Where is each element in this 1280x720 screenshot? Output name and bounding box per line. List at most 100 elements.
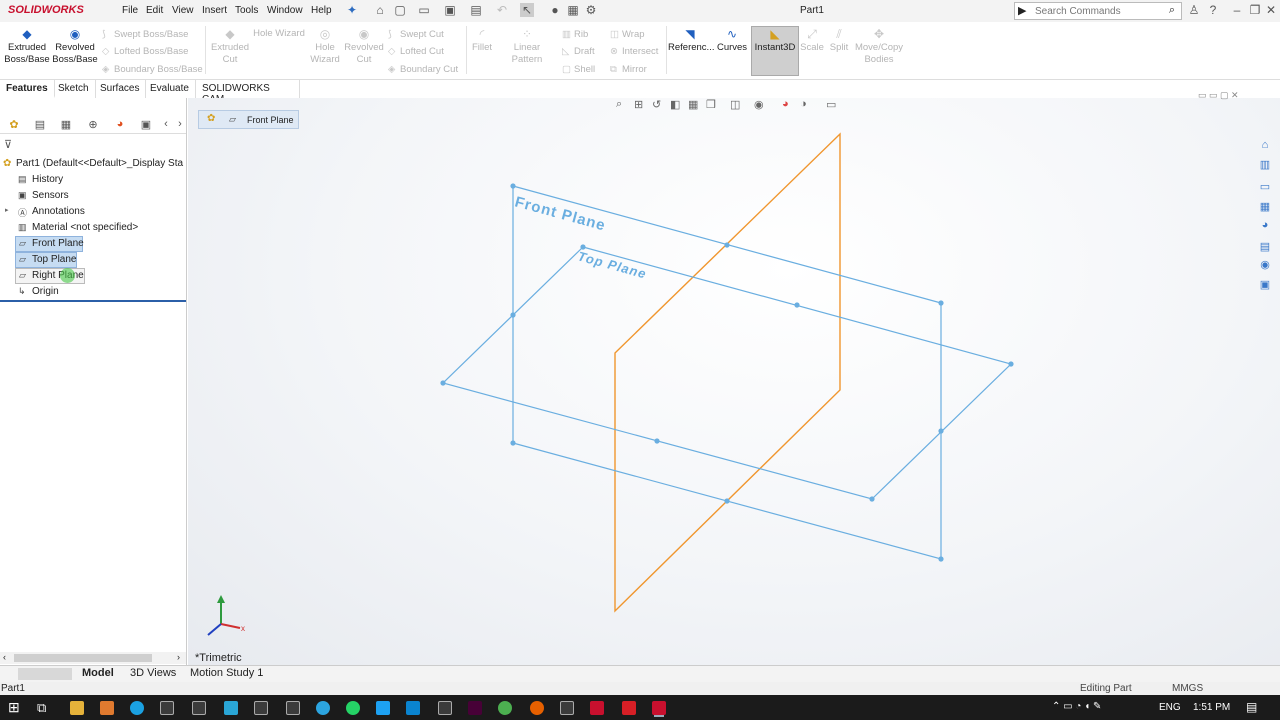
firefox-icon[interactable] <box>530 701 544 715</box>
feature-manager-icon[interactable]: ✿ <box>6 118 22 132</box>
tray-icons[interactable]: ⌃ ▭ ◔ ◖ ✎ <box>1052 701 1101 712</box>
taskbar-app-icon[interactable] <box>286 701 300 715</box>
planes-svg[interactable]: Front Plane Top Plane x <box>188 98 1280 665</box>
tree-item-origin[interactable]: ↳ Origin <box>0 284 90 300</box>
property-manager-icon[interactable]: ▤ <box>32 118 48 132</box>
fillet-button[interactable]: ◜ Fillet <box>468 28 496 54</box>
right-plane[interactable] <box>614 132 841 613</box>
user-icon[interactable]: ♙ <box>1187 3 1201 17</box>
whatsapp-icon[interactable] <box>346 701 360 715</box>
rib-button[interactable]: ▥ Rib <box>562 29 588 40</box>
resources-home-icon[interactable]: ⌂ <box>1256 136 1274 154</box>
expand-arrow-icon[interactable]: ▸ <box>5 206 9 214</box>
design-library-icon[interactable]: ▥ <box>1256 156 1274 174</box>
swept-cut-button[interactable]: ⟆ Swept Cut <box>388 29 444 40</box>
tab-sketch[interactable]: Sketch <box>52 80 96 98</box>
solidworks-forum-icon[interactable]: ◉ <box>1256 256 1274 274</box>
linear-pattern-button[interactable]: ⁘ Linear Pattern <box>498 28 556 66</box>
lofted-boss-button[interactable]: ◇ Lofted Boss/Base <box>102 46 188 57</box>
menu-tools[interactable]: Tools <box>235 5 258 16</box>
clock[interactable]: 1:51 PM <box>1193 702 1230 713</box>
file-explorer-icon[interactable]: ▭ <box>1256 178 1274 196</box>
boundary-boss-button[interactable]: ◈ Boundary Boss/Base <box>102 64 203 75</box>
custom-properties-icon[interactable]: ▤ <box>1256 238 1274 256</box>
scroll-left-icon[interactable]: ‹ <box>3 652 6 662</box>
top-plane[interactable] <box>441 246 1013 500</box>
tab-scroll-buttons[interactable] <box>18 668 72 680</box>
twitter-icon[interactable] <box>376 701 390 715</box>
taskbar-app-icon[interactable] <box>438 701 452 715</box>
taskbar-app-icon[interactable] <box>192 701 206 715</box>
restore-icon[interactable]: ❐ <box>1248 3 1262 17</box>
extruded-boss-button[interactable]: ◆ Extruded Boss/Base <box>4 28 50 66</box>
move-copy-bodies-button[interactable]: ✥ Move/Copy Bodies <box>852 28 906 66</box>
curves-button[interactable]: ∿ Curves <box>714 28 750 54</box>
tree-item-annotations[interactable]: ▸ Ⓐ Annotations <box>0 204 100 220</box>
menu-file[interactable]: File <box>122 5 138 16</box>
menu-edit[interactable]: Edit <box>146 5 163 16</box>
print-icon[interactable]: ▤ <box>469 3 483 17</box>
tree-item-top-plane[interactable]: ▱ Top Plane <box>15 252 77 268</box>
units-selector[interactable]: MMGS <box>1172 683 1203 694</box>
scroll-thumb[interactable] <box>14 654 152 662</box>
tree-item-material[interactable]: ▥ Material <not specified> <box>0 220 150 236</box>
open-icon[interactable]: ▭ <box>417 3 431 17</box>
split-button[interactable]: ⫽ Split <box>826 28 852 54</box>
menu-view[interactable]: View <box>172 5 194 16</box>
panel-scroll-right-icon[interactable]: › <box>172 118 188 132</box>
menu-help[interactable]: Help <box>311 5 332 16</box>
search-icon[interactable]: ⌕ <box>1169 4 1175 17</box>
boundary-cut-button[interactable]: ◈ Boundary Cut <box>388 64 458 75</box>
taskbar-app-icon[interactable] <box>560 701 574 715</box>
draft-button[interactable]: ◺ Draft <box>562 46 595 57</box>
swept-boss-button[interactable]: ⟆ Swept Boss/Base <box>102 29 188 40</box>
rollback-bar[interactable] <box>0 300 186 302</box>
adobe-xd-icon[interactable] <box>468 701 482 715</box>
minimize-icon[interactable]: – <box>1230 3 1244 17</box>
chrome-icon[interactable] <box>498 701 512 715</box>
panel-horizontal-scrollbar[interactable]: ‹ › <box>0 652 186 664</box>
tab-model[interactable]: Model <box>82 667 114 679</box>
tab-surfaces[interactable]: Surfaces <box>94 80 147 98</box>
configuration-manager-icon[interactable]: ▦ <box>58 118 74 132</box>
home-icon[interactable]: ⌂ <box>373 3 387 17</box>
tree-item-front-plane[interactable]: ▱ Front Plane <box>15 236 84 252</box>
telegram-icon[interactable] <box>316 701 330 715</box>
file-properties-icon[interactable]: ▦ <box>566 3 580 17</box>
solidworks-taskbar-icon[interactable] <box>590 701 604 715</box>
tree-root-part[interactable]: ✿ Part1 (Default<<Default>_Display Sta <box>0 156 186 172</box>
hole-wizard-dropdown[interactable]: Hole Wizard <box>252 28 306 40</box>
appearances-icon[interactable]: ◕ <box>1256 216 1274 234</box>
scale-button[interactable]: ⤢ Scale <box>800 28 824 54</box>
taskbar-app-icon[interactable] <box>254 701 268 715</box>
display-manager-icon[interactable]: ◕ <box>112 118 128 132</box>
undo-icon[interactable]: ↶ <box>495 3 509 17</box>
new-icon[interactable]: ▢ <box>393 3 407 17</box>
task-view-icon[interactable]: ⧉ <box>37 700 46 716</box>
reference-geometry-button[interactable]: ◥ Referenc... <box>668 28 714 54</box>
save-icon[interactable]: ▣ <box>443 3 457 17</box>
extruded-cut-button[interactable]: ◆ Extruded Cut <box>208 28 252 66</box>
menu-window[interactable]: Window <box>267 5 303 16</box>
taskbar-app-icon[interactable] <box>224 701 238 715</box>
filter-icon[interactable]: ⊽ <box>4 138 12 151</box>
cam-manager-icon[interactable]: ▣ <box>138 118 154 132</box>
tab-evaluate[interactable]: Evaluate <box>144 80 196 98</box>
rebuild-icon[interactable]: ● <box>548 3 562 17</box>
close-icon[interactable]: ✕ <box>1264 3 1278 17</box>
options-icon[interactable]: ⚙ <box>584 3 598 17</box>
pin-icon[interactable]: ✦ <box>345 3 359 17</box>
select-icon[interactable]: ↖ <box>520 3 534 17</box>
taskbar-app-icon[interactable] <box>130 701 144 715</box>
tab-3d-views[interactable]: 3D Views <box>130 667 176 679</box>
windows-start-icon[interactable]: ⊞ <box>8 699 20 716</box>
tab-features[interactable]: Features <box>0 80 55 98</box>
acrobat-icon[interactable] <box>622 701 636 715</box>
menu-insert[interactable]: Insert <box>202 5 227 16</box>
plane-handles[interactable] <box>440 183 1014 562</box>
taskbar-app-icon[interactable] <box>406 701 420 715</box>
notifications-icon[interactable]: ▤ <box>1246 700 1257 714</box>
help-icon[interactable]: ? <box>1206 3 1220 17</box>
intersect-button[interactable]: ⊗ Intersect <box>610 46 658 57</box>
shell-button[interactable]: ▢ Shell <box>562 64 595 75</box>
